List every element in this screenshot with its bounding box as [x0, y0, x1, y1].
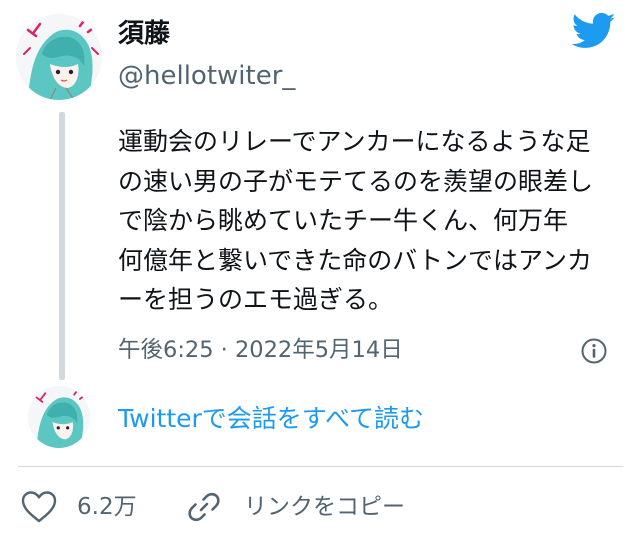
- avatar-illustration: [28, 386, 90, 448]
- info-icon[interactable]: [580, 337, 608, 365]
- author-name[interactable]: 須藤: [118, 17, 170, 51]
- avatar-illustration: [16, 14, 102, 100]
- link-icon[interactable]: [187, 490, 221, 524]
- like-count[interactable]: 6.2万: [77, 490, 137, 524]
- twitter-bird-icon[interactable]: [571, 12, 616, 50]
- read-conversation-link[interactable]: Twitterで会話をすべて読む: [118, 402, 424, 436]
- copy-link-button[interactable]: リンクをコピー: [244, 490, 405, 524]
- divider: [18, 466, 623, 467]
- author-handle[interactable]: @hellotwiter_: [118, 59, 295, 93]
- heart-icon[interactable]: [20, 490, 58, 524]
- tweet-timestamp[interactable]: 午後6:25 · 2022年5月14日: [118, 334, 403, 366]
- tweet-text: 運動会のリレーでアンカーになるような足 の速い男の子がモテてるのを羨望の眼差し …: [118, 127, 594, 314]
- conversation-avatar: [28, 386, 90, 448]
- thread-line: [59, 112, 65, 380]
- avatar[interactable]: [16, 14, 102, 100]
